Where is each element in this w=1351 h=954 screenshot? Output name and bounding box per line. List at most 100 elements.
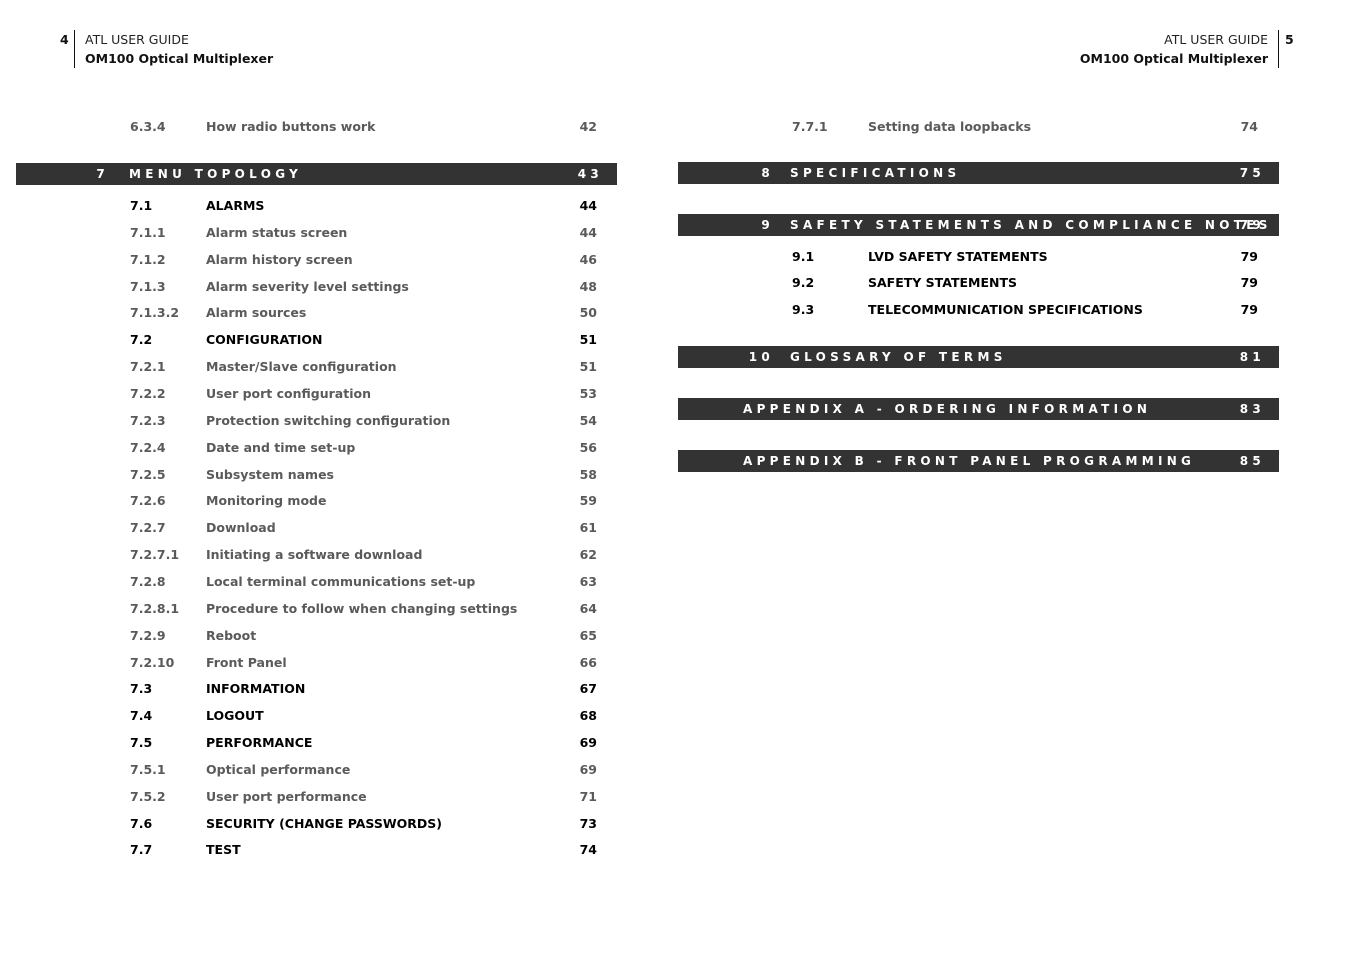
toc-entry-number: 7.5.2	[130, 788, 166, 804]
chapter-title: SPECIFICATIONS	[790, 166, 961, 180]
toc-entry[interactable]: 7.1 ALARMS 44	[130, 196, 597, 216]
toc-entry-number: 7.2.5	[130, 466, 166, 482]
toc-entry[interactable]: 7.5.2 User port performance 71	[130, 787, 597, 807]
chapter-title: GLOSSARY OF TERMS	[790, 350, 1007, 364]
toc-entry-number: 7.1	[130, 198, 153, 213]
toc-entry[interactable]: 7.2.2 User port configuration 53	[130, 384, 597, 404]
toc-entry-page: 64	[579, 600, 597, 616]
chapter-page: 81	[1239, 350, 1265, 364]
toc-entry-number: 7.6	[130, 815, 153, 831]
toc-entry[interactable]: 7.1.3.2 Alarm sources 50	[130, 303, 597, 323]
toc-entry[interactable]: 7.2.7.1 Initiating a software download 62	[130, 545, 597, 565]
toc-entry-title: CONFIGURATION	[206, 332, 323, 348]
toc-entry[interactable]: 7.1.2 Alarm history screen 46	[130, 250, 597, 270]
right-page: ATL USER GUIDE OM100 Optical Multiplexer…	[676, 0, 1351, 954]
running-header: ATL USER GUIDE OM100 Optical Multiplexer	[74, 30, 273, 68]
left-page: 4 ATL USER GUIDE OM100 Optical Multiplex…	[0, 0, 676, 954]
chapter-bar[interactable]: 7 MENU TOPOLOGY 43	[16, 163, 617, 185]
toc-entry-number: 6.3.4	[130, 119, 166, 134]
toc-entry-page: 79	[1240, 249, 1258, 264]
toc-entry[interactable]: 7.7 TEST 74	[130, 840, 597, 860]
chapter-number: 8	[761, 166, 774, 180]
toc-entry[interactable]: 7.2.7 Download 61	[130, 518, 597, 538]
toc-entry-page: 48	[579, 278, 597, 294]
toc-entry[interactable]: 7.6 SECURITY (CHANGE PASSWORDS) 73	[130, 814, 597, 834]
toc-entry[interactable]: 7.2.10 Front Panel 66	[130, 653, 597, 673]
toc-entry-page: 44	[579, 198, 597, 213]
chapter-title: APPENDIX B - FRONT PANEL PROGRAMMING	[743, 454, 1196, 468]
toc-entry-number: 7.1.1	[130, 224, 166, 240]
toc-entry-number: 7.2	[130, 332, 153, 348]
running-header: ATL USER GUIDE OM100 Optical Multiplexer	[1080, 30, 1279, 68]
chapter-title: APPENDIX A - ORDERING INFORMATION	[743, 402, 1152, 416]
chapter-bar[interactable]: 10 GLOSSARY OF TERMS 81	[678, 346, 1279, 368]
chapter-bar[interactable]: 9 SAFETY STATEMENTS AND COMPLIANCE NOTES…	[678, 214, 1279, 236]
toc-entry-page: 69	[579, 735, 597, 750]
toc-entry-number: 7.2.2	[130, 386, 166, 401]
toc-entry[interactable]: 7.2.1 Master/Slave configuration 51	[130, 357, 597, 377]
toc-entry-page: 56	[579, 439, 597, 455]
toc-entry-title: SAFETY STATEMENTS	[868, 275, 1017, 290]
toc-entry-title: Alarm sources	[206, 305, 307, 321]
toc-entry[interactable]: 9.2 SAFETY STATEMENTS 79	[792, 273, 1258, 293]
toc-entry-number: 7.7	[130, 842, 153, 858]
toc-entry[interactable]: 7.1.3 Alarm severity level settings 48	[130, 277, 597, 297]
chapter-bar-appendix-b[interactable]: APPENDIX B - FRONT PANEL PROGRAMMING 85	[678, 450, 1279, 472]
toc-entry-number: 7.3	[130, 681, 153, 697]
toc-entry[interactable]: 7.2.8.1 Procedure to follow when changing…	[130, 599, 597, 619]
toc-entry[interactable]: 7.5.1 Optical performance 69	[130, 760, 597, 780]
toc-entry[interactable]: 7.2.6 Monitoring mode 59	[130, 491, 597, 511]
toc-entry-number: 7.2.7.1	[130, 547, 180, 562]
chapter-bar-appendix-a[interactable]: APPENDIX A - ORDERING INFORMATION 83	[678, 398, 1279, 420]
toc-entry-page: 44	[579, 224, 597, 240]
toc-entry[interactable]: 7.2.5 Subsystem names 58	[130, 465, 597, 485]
toc-entry-number: 7.2.8	[130, 573, 166, 589]
toc-entry-title: How radio buttons work	[206, 119, 376, 134]
toc-entry-number: 9.2	[792, 275, 815, 290]
chapter-bar[interactable]: 8 SPECIFICATIONS 75	[678, 162, 1279, 184]
toc-entry[interactable]: 7.1.1 Alarm status screen 44	[130, 223, 597, 243]
toc-entry-page: 51	[579, 332, 597, 348]
toc-entry-title: TELECOMMUNICATION SPECIFICATIONS	[868, 302, 1143, 317]
toc-entry[interactable]: 7.2.3 Protection switching configuration 5…	[130, 411, 597, 431]
toc-entry-number: 7.5.1	[130, 761, 166, 777]
toc-entry[interactable]: 9.3 TELECOMMUNICATION SPECIFICATIONS 79	[792, 300, 1258, 320]
toc-entry-page: 50	[579, 305, 597, 321]
toc-entry[interactable]: 7.7.1 Setting data loopbacks 74	[792, 117, 1258, 137]
toc-entry-number: 7.1.3.2	[130, 305, 180, 321]
toc-entry[interactable]: 7.2.8 Local terminal communications set-u…	[130, 572, 597, 592]
chapter-page: 79	[1239, 218, 1265, 232]
product-title: OM100 Optical Multiplexer	[85, 51, 274, 66]
toc-entry[interactable]: 9.1 LVD SAFETY STATEMENTS 79	[792, 247, 1258, 267]
toc-entry-title: Procedure to follow when changing settin…	[206, 600, 518, 616]
toc-entry-page: 68	[579, 708, 597, 724]
toc-entry-title: Monitoring mode	[206, 493, 327, 509]
toc-entry-title: Setting data loopbacks	[868, 119, 1032, 134]
chapter-number: 10	[748, 350, 774, 364]
chapter-page: 85	[1239, 454, 1265, 468]
toc-entry-title: Protection switching configuration	[206, 412, 451, 428]
toc-entry-number: 7.2.10	[130, 654, 175, 670]
toc-entry-title: LVD SAFETY STATEMENTS	[868, 249, 1048, 264]
toc-entry-title: SECURITY (CHANGE PASSWORDS)	[206, 815, 442, 831]
toc-entry-title: Front Panel	[206, 654, 287, 670]
toc-entry-page: 71	[579, 788, 597, 804]
toc-entry[interactable]: 7.5 PERFORMANCE 69	[130, 733, 597, 753]
toc-entry[interactable]: 6.3.4 How radio buttons work 42	[130, 117, 597, 137]
toc-entry[interactable]: 7.4 LOGOUT 68	[130, 706, 597, 726]
toc-entry[interactable]: 7.3 INFORMATION 67	[130, 679, 597, 699]
toc-entry[interactable]: 7.2 CONFIGURATION 51	[130, 330, 597, 350]
toc-entry[interactable]: 7.2.4 Date and time set-up 56	[130, 438, 597, 458]
toc-entry-title: ALARMS	[206, 198, 265, 213]
chapter-page: 43	[577, 167, 603, 181]
toc-entry-page: 79	[1240, 302, 1258, 317]
toc-entry-page: 62	[579, 547, 597, 562]
toc-entry-number: 7.7.1	[792, 119, 828, 134]
product-title: OM100 Optical Multiplexer	[1079, 51, 1268, 66]
toc-entry[interactable]: 7.2.9 Reboot 65	[130, 626, 597, 646]
toc-entry-number: 7.2.9	[130, 627, 166, 643]
toc-entry-title: LOGOUT	[206, 708, 264, 724]
chapter-title: MENU TOPOLOGY	[129, 167, 303, 181]
toc-entry-title: PERFORMANCE	[206, 735, 313, 750]
toc-entry-title: Local terminal communications set-up	[206, 573, 476, 589]
